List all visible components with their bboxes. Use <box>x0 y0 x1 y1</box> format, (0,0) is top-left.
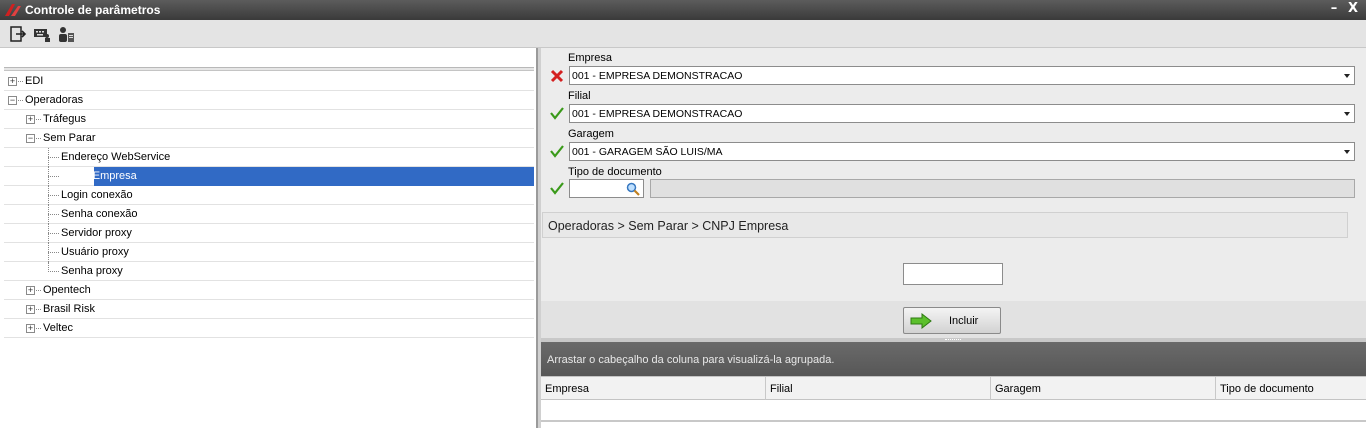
tree-filter-bar[interactable] <box>4 48 534 68</box>
breadcrumb-text: Operadoras > Sem Parar > CNPJ Empresa <box>548 219 789 233</box>
tree-item-label: Endereço WebService <box>61 151 171 163</box>
incluir-button[interactable]: Incluir <box>903 307 1001 334</box>
tree-item-label: Usuário proxy <box>61 246 129 258</box>
filial-label: Filial <box>568 90 591 102</box>
parameter-value-input[interactable] <box>903 263 1003 285</box>
tree-item-label: EDI <box>25 75 44 87</box>
empresa-value: 001 - EMPRESA DEMONSTRACAO <box>572 70 743 82</box>
toolbar <box>0 20 1366 48</box>
tree-item-label: Opentech <box>43 284 91 296</box>
tipo-documento-description <box>650 179 1355 198</box>
empresa-select[interactable]: 001 - EMPRESA DEMONSTRACAO <box>569 66 1355 85</box>
expand-icon[interactable]: + <box>26 286 35 295</box>
close-button[interactable]: X <box>1345 1 1361 17</box>
tree-item[interactable]: Senha proxy <box>4 262 534 281</box>
error-x-icon <box>550 69 564 83</box>
column-header-tipo-documento[interactable]: Tipo de documento <box>1216 377 1366 400</box>
tree-item[interactable]: + EDI <box>4 72 534 91</box>
action-bar: Incluir <box>541 301 1366 338</box>
title-bar: Controle de parâmetros – X <box>0 0 1366 20</box>
chevron-down-icon[interactable] <box>1344 150 1350 154</box>
group-by-panel[interactable]: Arrastar o cabeçalho da coluna para visu… <box>541 342 1366 376</box>
tree-item[interactable]: − Operadoras <box>4 91 534 110</box>
tree-item[interactable]: + Tráfegus <box>4 110 534 129</box>
tree-item[interactable]: Usuário proxy <box>4 243 534 262</box>
tree-item-label: Senha conexão <box>61 208 138 220</box>
garagem-value: 001 - GARAGEM SÃO LUIS/MA <box>572 146 723 158</box>
group-hint-text: Arrastar o cabeçalho da coluna para visu… <box>547 354 835 366</box>
chevron-down-icon[interactable] <box>1344 112 1350 116</box>
column-label: Empresa <box>545 383 590 395</box>
search-icon[interactable] <box>626 182 640 196</box>
breadcrumb: Operadoras > Sem Parar > CNPJ Empresa <box>542 212 1348 238</box>
app-logo-icon <box>5 4 21 16</box>
tree-header <box>4 68 534 71</box>
expand-icon[interactable]: + <box>26 324 35 333</box>
incluir-label: Incluir <box>949 315 979 327</box>
tree-item[interactable]: − Sem Parar <box>4 129 534 148</box>
grid-scrollbar[interactable] <box>541 420 1366 422</box>
expand-icon[interactable]: + <box>26 305 35 314</box>
tree-item[interactable]: + Brasil Risk <box>4 300 534 319</box>
column-header-garagem[interactable]: Garagem <box>991 377 1216 400</box>
detail-panel: Empresa 001 - EMPRESA DEMONSTRACAO Filia… <box>541 48 1366 428</box>
empresa-label: Empresa <box>568 52 613 64</box>
users-icon[interactable] <box>57 25 75 43</box>
tree-item[interactable]: Senha conexão <box>4 205 534 224</box>
column-label: Filial <box>770 383 793 395</box>
tree-item[interactable]: + Veltec <box>4 319 534 338</box>
column-label: Garagem <box>995 383 1041 395</box>
window-title: Controle de parâmetros <box>25 3 161 17</box>
tree-item[interactable]: CNPJ Empresa <box>4 167 534 186</box>
arrow-right-icon <box>910 313 932 329</box>
grid-header: Empresa Filial Garagem Tipo de documento <box>541 376 1366 400</box>
tree-item-label: Servidor proxy <box>61 227 132 239</box>
garagem-select[interactable]: 001 - GARAGEM SÃO LUIS/MA <box>569 142 1355 161</box>
garagem-label: Garagem <box>568 128 614 140</box>
chevron-down-icon[interactable] <box>1344 74 1350 78</box>
tree-item-label: Login conexão <box>61 189 133 201</box>
column-header-empresa[interactable]: Empresa <box>541 377 766 400</box>
check-icon <box>550 182 564 195</box>
tipo-documento-input[interactable] <box>569 179 644 198</box>
filial-select[interactable]: 001 - EMPRESA DEMONSTRACAO <box>569 104 1355 123</box>
expand-icon[interactable]: + <box>26 115 35 124</box>
tree-item-label: Sem Parar <box>43 132 96 144</box>
tree-item[interactable]: Login conexão <box>4 186 534 205</box>
tree-item-label: Veltec <box>43 322 73 334</box>
exit-icon[interactable] <box>9 25 27 43</box>
check-icon <box>550 107 564 120</box>
column-label: Tipo de documento <box>1220 383 1314 395</box>
minimize-button[interactable]: – <box>1326 1 1342 17</box>
tree-item[interactable]: Endereço WebService <box>4 148 534 167</box>
check-icon <box>550 145 564 158</box>
tree-item-label: Operadoras <box>25 94 84 106</box>
tree-item-label: CNPJ Empresa <box>61 170 137 182</box>
grid-body <box>541 400 1366 428</box>
tree-item[interactable]: + Opentech <box>4 281 534 300</box>
tree-item-label: Senha proxy <box>61 265 123 277</box>
tree-item[interactable]: Servidor proxy <box>4 224 534 243</box>
collapse-icon[interactable]: − <box>8 96 17 105</box>
column-header-filial[interactable]: Filial <box>766 377 991 400</box>
tree-panel: + EDI − Operadoras + Tráfegus − Sem Parar Endere… <box>0 48 537 428</box>
keyboard-user-icon[interactable] <box>33 25 51 43</box>
tipo-documento-label: Tipo de documento <box>568 166 662 178</box>
tree-item-label: Tráfegus <box>43 113 87 125</box>
tree-item-label: Brasil Risk <box>43 303 95 315</box>
filial-value: 001 - EMPRESA DEMONSTRACAO <box>572 108 743 120</box>
collapse-icon[interactable]: − <box>26 134 35 143</box>
expand-icon[interactable]: + <box>8 77 17 86</box>
